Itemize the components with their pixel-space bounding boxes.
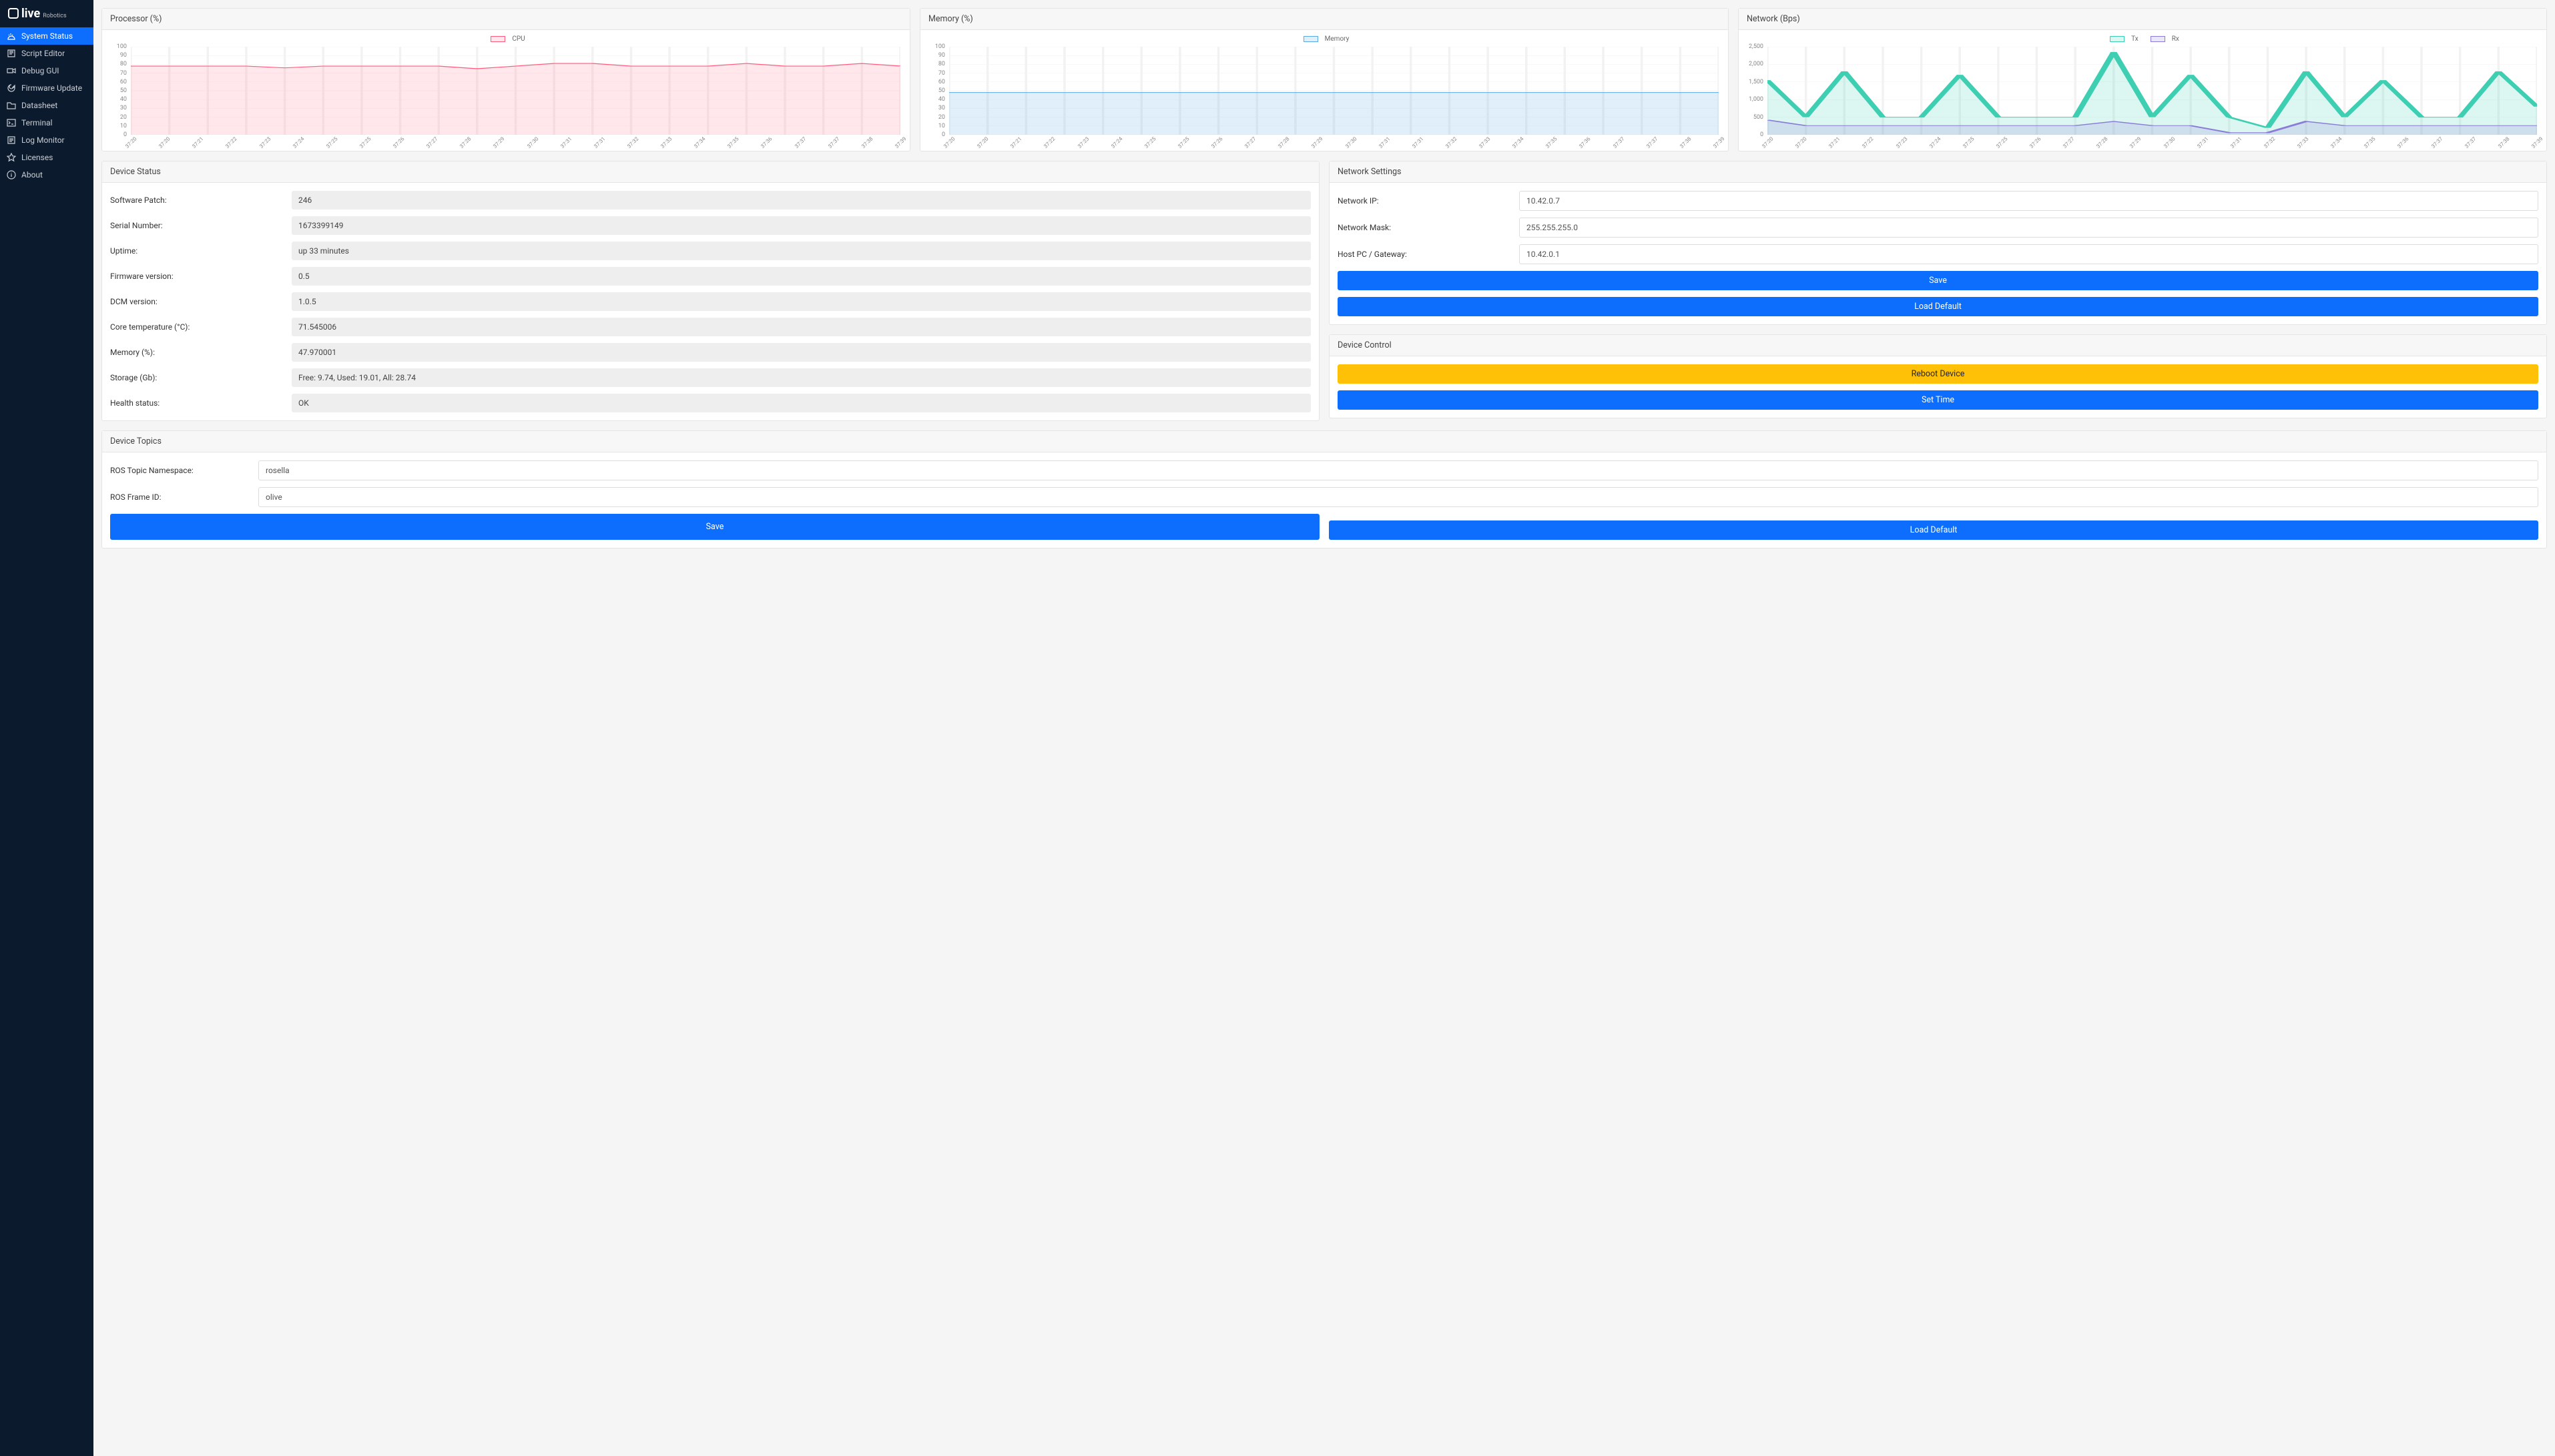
status-value: Free: 9.74, Used: 19.01, All: 28.74 [292, 368, 1311, 387]
chart-legend: Memory [927, 35, 1721, 44]
ros-namespace-input[interactable] [258, 460, 2538, 480]
sidebar-item-log-monitor[interactable]: Log Monitor [0, 131, 93, 149]
network-mask-input[interactable] [1519, 218, 2538, 238]
sidebar-item-label: Log Monitor [21, 135, 65, 145]
sidebar-item-system-status[interactable]: System Status [0, 27, 93, 45]
status-label: Firmware version: [110, 272, 284, 281]
sidebar-item-about[interactable]: About [0, 166, 93, 184]
sidebar-item-label: Script Editor [21, 49, 65, 58]
chart-canvas: 010203040506070809010037:2037:2037:2137:… [109, 47, 903, 147]
sidebar-item-label: Debug GUI [21, 66, 59, 75]
chart-canvas: 05001,0001,5002,0002,50037:2037:2037:213… [1745, 47, 2540, 147]
charts-row: Processor (%) CPU 01020304050607080901003… [101, 8, 2547, 151]
status-label: Storage (Gb): [110, 373, 284, 382]
camera-icon [7, 66, 16, 75]
logo-subtext: Robotics [43, 13, 66, 19]
device-control-title: Device Control [1330, 335, 2546, 356]
info-icon [7, 170, 16, 179]
log-icon [7, 135, 16, 145]
status-label: Memory (%): [110, 348, 284, 357]
set-time-button[interactable]: Set Time [1338, 390, 2538, 410]
folder-icon [7, 101, 16, 110]
device-topics-card: Device Topics ROS Topic Namespace: ROS F… [101, 430, 2547, 549]
sidebar: live Robotics System Status Script Editor… [0, 0, 93, 1456]
sidebar-item-label: Firmware Update [21, 83, 82, 93]
status-value: 1673399149 [292, 216, 1311, 235]
device-status-title: Device Status [102, 161, 1319, 183]
network-card: Network (Bps) TxRx 05001,0001,5002,0002,5… [1738, 8, 2547, 151]
sidebar-item-label: About [21, 170, 43, 179]
status-value: up 33 minutes [292, 242, 1311, 260]
chart-legend: TxRx [1745, 35, 2540, 44]
network-settings-title: Network Settings [1330, 161, 2546, 183]
status-label: Uptime: [110, 246, 284, 256]
status-label: Serial Number: [110, 221, 284, 230]
network-ip-label: Network IP: [1338, 196, 1511, 206]
logo-text: live [21, 7, 40, 21]
device-status-card: Device Status Software Patch: 246 Serial N… [101, 161, 1320, 421]
network-chart: TxRx 05001,0001,5002,0002,50037:2037:2037… [1739, 30, 2546, 151]
network-card-title: Network (Bps) [1739, 9, 2546, 30]
processor-card-title: Processor (%) [102, 9, 910, 30]
processor-card: Processor (%) CPU 01020304050607080901003… [101, 8, 910, 151]
status-value: 71.545006 [292, 318, 1311, 336]
network-ip-input[interactable] [1519, 191, 2538, 211]
script-icon [7, 49, 16, 58]
ros-frame-input[interactable] [258, 487, 2538, 507]
sidebar-item-label: Terminal [21, 118, 53, 127]
status-label: Core temperature (°C): [110, 322, 284, 332]
ros-frame-label: ROS Frame ID: [110, 492, 250, 502]
status-label: Health status: [110, 398, 284, 408]
network-load-default-button[interactable]: Load Default [1338, 297, 2538, 316]
sidebar-item-label: Licenses [21, 153, 53, 162]
sidebar-nav: System Status Script Editor Debug GUI Firmw… [0, 27, 93, 184]
main: Processor (%) CPU 01020304050607080901003… [93, 0, 2555, 1456]
sidebar-item-script-editor[interactable]: Script Editor [0, 45, 93, 62]
memory-card-title: Memory (%) [920, 9, 1728, 30]
status-value: 1.0.5 [292, 292, 1311, 311]
status-value: 246 [292, 191, 1311, 210]
status-value: 47.970001 [292, 343, 1311, 362]
chart-legend: CPU [109, 35, 903, 44]
sidebar-item-label: Datasheet [21, 101, 57, 110]
device-status-grid: Software Patch: 246 Serial Number: 16733991… [110, 191, 1311, 412]
status-value: 0.5 [292, 267, 1311, 286]
sidebar-item-terminal[interactable]: Terminal [0, 114, 93, 131]
reboot-device-button[interactable]: Reboot Device [1338, 364, 2538, 384]
ros-namespace-label: ROS Topic Namespace: [110, 466, 250, 475]
star-icon [7, 153, 16, 162]
logo-mark-icon [8, 8, 19, 19]
network-mask-label: Network Mask: [1338, 223, 1511, 232]
sidebar-item-debug-gui[interactable]: Debug GUI [0, 62, 93, 79]
status-label: DCM version: [110, 297, 284, 306]
logo: live Robotics [0, 0, 93, 27]
network-gateway-input[interactable] [1519, 244, 2538, 264]
topics-load-default-button[interactable]: Load Default [1329, 520, 2538, 540]
sidebar-item-label: System Status [21, 31, 73, 41]
network-save-button[interactable]: Save [1338, 271, 2538, 290]
sidebar-item-licenses[interactable]: Licenses [0, 149, 93, 166]
status-value: OK [292, 394, 1311, 412]
network-gateway-label: Host PC / Gateway: [1338, 250, 1511, 259]
sidebar-item-datasheet[interactable]: Datasheet [0, 97, 93, 114]
network-settings-card: Network Settings Network IP: Network Mas… [1329, 161, 2547, 325]
chart-canvas: 010203040506070809010037:2037:2037:2137:… [927, 47, 1721, 147]
status-label: Software Patch: [110, 196, 284, 205]
memory-chart: Memory 010203040506070809010037:2037:2037… [920, 30, 1728, 151]
processor-chart: CPU 010203040506070809010037:2037:2037:21… [102, 30, 910, 151]
dashboard-icon [7, 31, 16, 41]
memory-card: Memory (%) Memory 01020304050607080901003… [920, 8, 1729, 151]
terminal-icon [7, 118, 16, 127]
update-icon [7, 83, 16, 93]
mid-row: Device Status Software Patch: 246 Serial N… [101, 161, 2547, 421]
sidebar-item-firmware-update[interactable]: Firmware Update [0, 79, 93, 97]
device-control-card: Device Control Reboot Device Set Time [1329, 334, 2547, 418]
device-topics-title: Device Topics [102, 431, 2546, 452]
topics-save-button[interactable]: Save [110, 514, 1320, 540]
